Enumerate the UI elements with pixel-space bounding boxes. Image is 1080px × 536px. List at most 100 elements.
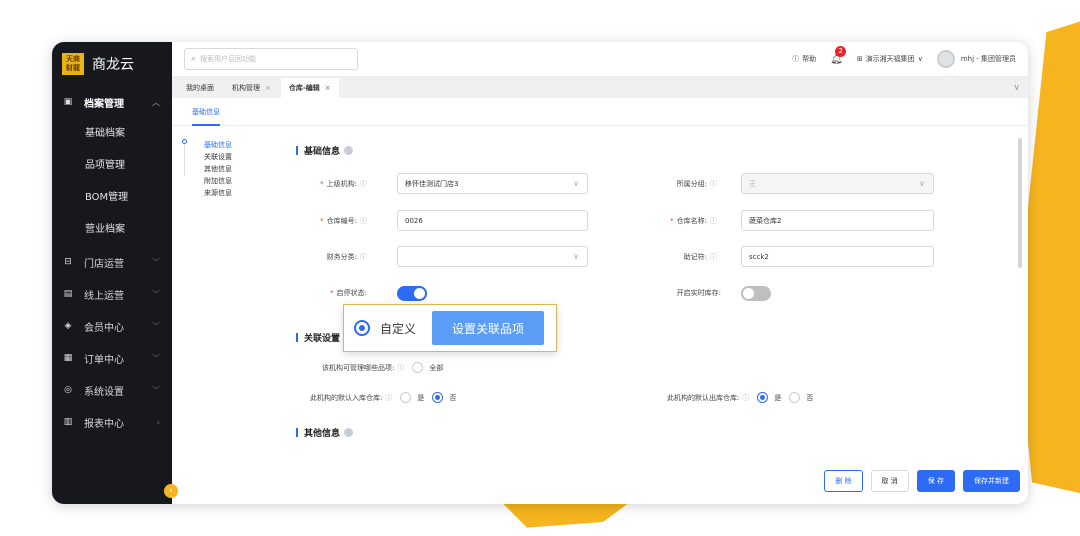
cancel-button[interactable]: 取 消 [870, 470, 909, 492]
sidebar-item-label: 门店运营 [84, 258, 124, 270]
report-icon: ▥ [63, 417, 73, 427]
label-text: 开启实时库存: [676, 289, 721, 297]
topbar: ⌕ 搜索用户后回功能 ⓘ 帮助 🔔︎ 2 ⊞ 演示湘天福集团 ∨ mhj - 集团管理员 [172, 42, 1028, 76]
set-related-items-button[interactable]: 设置关联品项 [432, 311, 545, 345]
chevron-down-icon[interactable]: ∨ [1013, 78, 1020, 98]
finance-select[interactable]: ∨ [397, 246, 588, 267]
required-mark: * [330, 289, 334, 297]
anchor-nav: 基础信息 关联设置 其他信息 附加信息 来源信息 [182, 136, 232, 202]
enabled-label: * 启停状态: [287, 288, 367, 298]
group-select[interactable]: 无 ∨ [741, 173, 934, 194]
close-icon[interactable]: × [325, 84, 331, 92]
realtime-stock-toggle[interactable] [741, 286, 771, 301]
member-icon: ◈ [64, 321, 72, 331]
required-mark: * [320, 180, 324, 188]
user-menu[interactable]: mhj - 集团管理员 [936, 50, 1016, 68]
default-in-yes-radio[interactable] [400, 392, 412, 403]
manage-items-all-radio[interactable] [412, 362, 424, 373]
sidebar-item-store-ops[interactable]: ⊟ 门店运营 ﹀ [52, 246, 172, 278]
question-icon: ⓘ [385, 393, 393, 402]
help-icon: ⓘ [792, 55, 800, 63]
default-out-yes-radio[interactable] [757, 392, 769, 403]
parent-org-select[interactable]: 移怀佳测试门店3 ∨ [397, 173, 588, 194]
sidebar-item-archive[interactable]: ▣ 档案管理 ︿ [52, 86, 172, 118]
sidebar-item-member[interactable]: ◈ 会员中心 ﹀ [52, 310, 172, 342]
section-title-text: 关联设置 [304, 334, 341, 344]
org-name: 演示湘天福集团 [865, 55, 915, 63]
sidebar-item-settings[interactable]: ◎ 系统设置 ﹀ [52, 374, 172, 406]
chevron-down-icon: ∨ [917, 55, 923, 63]
brand-name: 商龙云 [92, 57, 134, 73]
notification-bell-icon[interactable]: 🔔︎ 2 [830, 45, 847, 65]
mnemonic-label: 助记符: ⓘ [637, 252, 717, 262]
sidebar-subitem-item-management[interactable]: 品项管理 [52, 150, 172, 182]
question-icon: ⓘ [742, 393, 750, 402]
tab-warehouse-edit[interactable]: 仓库-编辑 × [280, 78, 339, 98]
section-bar [296, 428, 298, 437]
help-button[interactable]: ⓘ 帮助 [792, 54, 816, 64]
save-button[interactable]: 保 存 [916, 470, 955, 492]
main-area: ⌕ 搜索用户后回功能 ⓘ 帮助 🔔︎ 2 ⊞ 演示湘天福集团 ∨ mhj - 集团管理员… [172, 42, 1028, 504]
stage: 天商 财龍 商龙云 ▣ 档案管理 ︿ 基础档案 品项管理 BOM管理 营业档案 … [0, 0, 1080, 536]
enabled-toggle[interactable] [397, 286, 427, 301]
mnemonic-input[interactable]: scck2 [741, 246, 934, 267]
delete-button[interactable]: 删 除 [824, 470, 863, 492]
save-and-new-button[interactable]: 保存并新建 [963, 470, 1020, 492]
user-name: mhj - 集团管理员 [960, 55, 1016, 63]
name-input[interactable]: 蔬菜仓库2 [741, 210, 934, 231]
default-out-row: 此机构的默认出库仓库: ⓘ 是 否 [667, 392, 813, 403]
settings-icon: ◎ [64, 385, 72, 395]
section-title-other: 其他信息 [296, 426, 354, 439]
default-out-no-radio[interactable] [789, 392, 801, 403]
sidebar-item-label: 订单中心 [84, 354, 124, 366]
question-icon: ⓘ [360, 217, 367, 225]
sidebar-collapse-button[interactable]: ‹ [164, 484, 178, 498]
app-window: 天商 财龍 商龙云 ▣ 档案管理 ︿ 基础档案 品项管理 BOM管理 营业档案 … [52, 42, 1028, 504]
label-text: 助记符: [683, 253, 707, 261]
section-title-basic: 基础信息 [296, 144, 354, 157]
org-icon: ⊞ [856, 55, 863, 63]
manage-items-row: 该机构可管理哪些品项: ⓘ 全部 [322, 362, 443, 373]
tab-desktop[interactable]: 我的桌面 [178, 78, 222, 98]
custom-radio[interactable] [354, 320, 370, 336]
name-label: * 仓库名称: ⓘ [637, 216, 717, 226]
chevron-down-icon: ∨ [919, 179, 925, 188]
field-value: 0026 [405, 216, 423, 225]
chevron-down-icon: ﹀ [152, 321, 160, 331]
anchor-dot [182, 139, 187, 144]
question-icon: ⓘ [710, 217, 717, 225]
sidebar-item-label: 报表中心 [84, 418, 124, 430]
question-icon: ⓘ [710, 180, 717, 188]
field-value: 移怀佳测试门店3 [405, 179, 459, 188]
code-input[interactable]: 0026 [397, 210, 588, 231]
org-switcher[interactable]: ⊞ 演示湘天福集团 ∨ [857, 54, 923, 64]
close-icon[interactable]: × [265, 84, 271, 92]
scrollbar[interactable] [1018, 138, 1022, 268]
search-input[interactable]: ⌕ 搜索用户后回功能 [184, 48, 358, 70]
default-in-label: 此机构的默认入库仓库: [310, 393, 383, 402]
sidebar: 天商 财龍 商龙云 ▣ 档案管理 ︿ 基础档案 品项管理 BOM管理 营业档案 … [52, 42, 172, 504]
sidebar-item-online-ops[interactable]: ▤ 线上运营 ﹀ [52, 278, 172, 310]
tab-basic-info[interactable]: 基础信息 [192, 98, 220, 126]
sidebar-subitem-business-archive[interactable]: 营业档案 [52, 214, 172, 246]
sidebar-subitem-bom[interactable]: BOM管理 [52, 182, 172, 214]
search-icon: ⌕ [191, 54, 197, 64]
chevron-down-icon: ﹀ [152, 353, 160, 363]
default-in-no-radio[interactable] [432, 392, 444, 403]
anchor-source[interactable]: 来源信息 [182, 184, 232, 202]
chevron-down-icon: ﹀ [152, 257, 160, 267]
default-out-label: 此机构的默认出库仓库: [667, 393, 740, 402]
sidebar-item-orders[interactable]: ▦ 订单中心 ﹀ [52, 342, 172, 374]
question-icon: ⓘ [360, 253, 367, 261]
sidebar-item-reports[interactable]: ▥ 报表中心 › [52, 406, 172, 438]
toggle-knob [414, 288, 425, 299]
sidebar-subitem-basic-archive[interactable]: 基础档案 [52, 118, 172, 150]
logo-text-bottom: 财龍 [66, 64, 80, 72]
question-icon: ⓘ [397, 363, 405, 372]
group-label: 所属分组: ⓘ [637, 179, 717, 189]
field-value: scck2 [749, 252, 769, 261]
tab-org-management[interactable]: 机构管理 × [224, 78, 279, 98]
realtime-stock-label: 开启实时库存: [637, 288, 721, 298]
avatar [936, 50, 955, 68]
manage-items-label: 该机构可管理哪些品项: [322, 363, 395, 372]
